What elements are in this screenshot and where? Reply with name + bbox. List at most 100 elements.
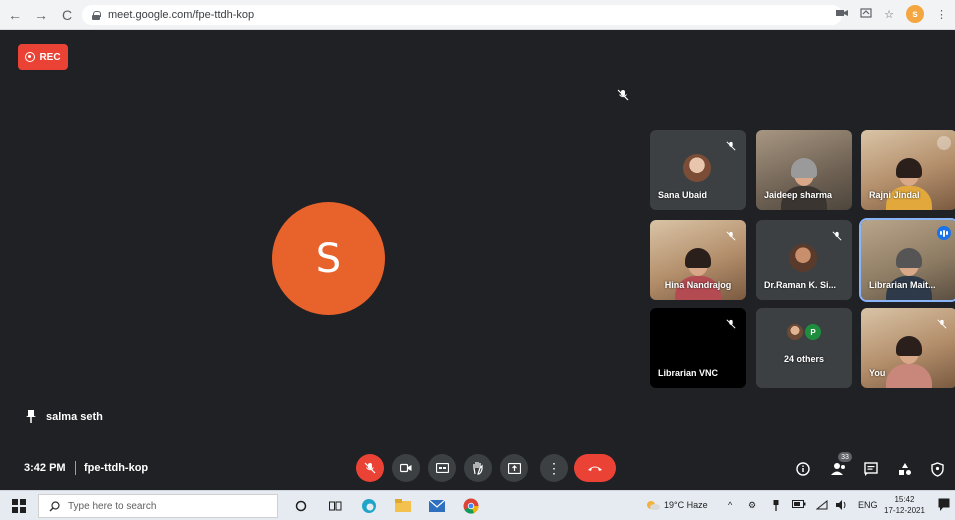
mic-off-icon bbox=[937, 316, 947, 334]
wifi-icon[interactable] bbox=[815, 499, 828, 512]
others-tile[interactable]: P 24 others bbox=[756, 308, 852, 388]
language-indicator[interactable]: ENG bbox=[858, 500, 878, 510]
edge-icon[interactable] bbox=[360, 497, 378, 515]
raise-hand-button[interactable] bbox=[464, 454, 492, 482]
recording-indicator[interactable]: REC bbox=[18, 44, 68, 70]
participants-button[interactable] bbox=[830, 460, 848, 478]
participant-video bbox=[886, 336, 932, 388]
mic-off-icon bbox=[364, 462, 376, 474]
participant-tile[interactable]: Rajni Jindal bbox=[861, 130, 955, 210]
speaking-indicator-icon bbox=[937, 226, 951, 240]
participant-video bbox=[675, 248, 721, 300]
reload-icon[interactable]: C bbox=[56, 4, 78, 26]
presenter-name: salma seth bbox=[46, 411, 103, 423]
participant-tile[interactable]: Jaideep sharma bbox=[756, 130, 852, 210]
meeting-controls-bar: 3:42 PM fpe-ttdh-kop ⋮ 33 bbox=[0, 452, 955, 488]
search-icon bbox=[49, 500, 60, 511]
phone-hangup-icon bbox=[588, 466, 602, 471]
back-icon[interactable]: ← bbox=[4, 4, 26, 26]
mic-off-icon bbox=[617, 88, 629, 106]
participant-name: Rajni Jindal bbox=[869, 190, 920, 200]
chat-button[interactable] bbox=[862, 460, 880, 478]
participant-name: Librarian Mait... bbox=[869, 280, 936, 290]
captions-button[interactable] bbox=[428, 454, 456, 482]
address-bar[interactable]: meet.google.com/fpe-ttdh-kop bbox=[82, 5, 842, 25]
star-icon[interactable]: ☆ bbox=[884, 8, 894, 21]
chat-icon bbox=[864, 462, 878, 476]
avatar bbox=[789, 244, 817, 272]
clock-date: 17-12-2021 bbox=[884, 506, 925, 515]
weather-icon[interactable] bbox=[646, 500, 660, 512]
captions-icon bbox=[435, 463, 449, 473]
record-icon bbox=[25, 52, 36, 62]
taskbar-search[interactable]: Type here to search bbox=[38, 494, 278, 518]
participant-video bbox=[886, 248, 932, 300]
more-options-icon[interactable] bbox=[937, 136, 951, 150]
camera-toggle-button[interactable] bbox=[392, 454, 420, 482]
cast-icon[interactable] bbox=[860, 7, 872, 22]
pin-tray-icon[interactable] bbox=[772, 500, 780, 513]
chrome-icon[interactable] bbox=[462, 497, 480, 515]
participant-name: Sana Ubaid bbox=[658, 190, 708, 200]
mic-off-icon bbox=[726, 138, 736, 156]
pin-icon bbox=[26, 410, 36, 423]
mic-toggle-button[interactable] bbox=[356, 454, 384, 482]
network-drive-icon[interactable]: ⚙ bbox=[748, 500, 756, 511]
meeting-code: fpe-ttdh-kop bbox=[84, 462, 149, 474]
participant-name: Hina Nandrajog bbox=[664, 280, 732, 290]
forward-icon[interactable]: → bbox=[30, 4, 52, 26]
cortana-icon[interactable] bbox=[292, 497, 310, 515]
host-controls-button[interactable] bbox=[928, 460, 946, 478]
activities-icon bbox=[899, 463, 911, 475]
mic-off-icon bbox=[726, 228, 736, 246]
menu-kebab-icon[interactable]: ⋮ bbox=[936, 8, 947, 21]
avatar: P bbox=[805, 324, 821, 340]
url-text: meet.google.com/fpe-ttdh-kop bbox=[108, 9, 255, 21]
taskbar-clock[interactable]: 15:42 17-12-2021 bbox=[884, 494, 925, 516]
self-tile[interactable]: You bbox=[861, 308, 955, 388]
camera-icon bbox=[400, 463, 412, 473]
profile-avatar[interactable]: s bbox=[906, 5, 924, 23]
presenter-label: salma seth bbox=[26, 410, 103, 424]
participant-tile[interactable]: Librarian Mait... bbox=[859, 218, 955, 302]
info-icon bbox=[796, 462, 810, 476]
participant-tile[interactable]: Dr.Raman K. Si... bbox=[756, 220, 852, 300]
shield-icon bbox=[930, 461, 944, 477]
participant-name: Dr.Raman K. Si... bbox=[764, 280, 837, 290]
present-button[interactable] bbox=[500, 454, 528, 482]
participant-tile[interactable]: Hina Nandrajog bbox=[650, 220, 746, 300]
others-count: 24 others bbox=[783, 354, 825, 364]
camera-indicator-icon[interactable] bbox=[836, 8, 849, 21]
activities-button[interactable] bbox=[896, 460, 914, 478]
volume-icon[interactable] bbox=[836, 500, 848, 512]
mic-off-icon bbox=[832, 228, 842, 246]
meet-stage: REC S salma seth Sana Ubaid Jaideep shar… bbox=[0, 30, 955, 488]
others-avatars: P bbox=[756, 324, 852, 340]
chevron-up-icon[interactable]: ^ bbox=[728, 500, 732, 510]
participant-name: You bbox=[869, 368, 886, 378]
leave-call-button[interactable] bbox=[574, 454, 616, 482]
notifications-icon[interactable] bbox=[938, 498, 950, 514]
people-icon bbox=[831, 463, 845, 475]
lock-icon bbox=[92, 10, 101, 20]
file-explorer-icon[interactable] bbox=[394, 497, 412, 515]
mic-off-icon bbox=[726, 316, 736, 334]
task-view-icon[interactable] bbox=[326, 497, 344, 515]
search-placeholder: Type here to search bbox=[68, 500, 157, 512]
hand-icon bbox=[473, 462, 483, 475]
more-options-button[interactable]: ⋮ bbox=[540, 454, 568, 482]
windows-start-icon[interactable] bbox=[12, 499, 26, 513]
participant-tile[interactable]: Librarian VNC bbox=[650, 308, 746, 388]
battery-icon[interactable] bbox=[792, 500, 806, 510]
avatar bbox=[787, 324, 803, 340]
weather-text[interactable]: 19°C Haze bbox=[664, 500, 708, 510]
participant-video bbox=[781, 158, 827, 210]
mail-icon[interactable] bbox=[428, 497, 446, 515]
meeting-details-button[interactable] bbox=[794, 460, 812, 478]
participant-tile[interactable]: Sana Ubaid bbox=[650, 130, 746, 210]
main-speaker-avatar: S bbox=[272, 202, 385, 315]
meeting-time: 3:42 PM bbox=[24, 462, 66, 474]
clock-time: 15:42 bbox=[894, 495, 915, 504]
participant-name: Librarian VNC bbox=[658, 368, 719, 378]
browser-toolbar: ← → C meet.google.com/fpe-ttdh-kop ☆ s ⋮ bbox=[0, 0, 955, 30]
